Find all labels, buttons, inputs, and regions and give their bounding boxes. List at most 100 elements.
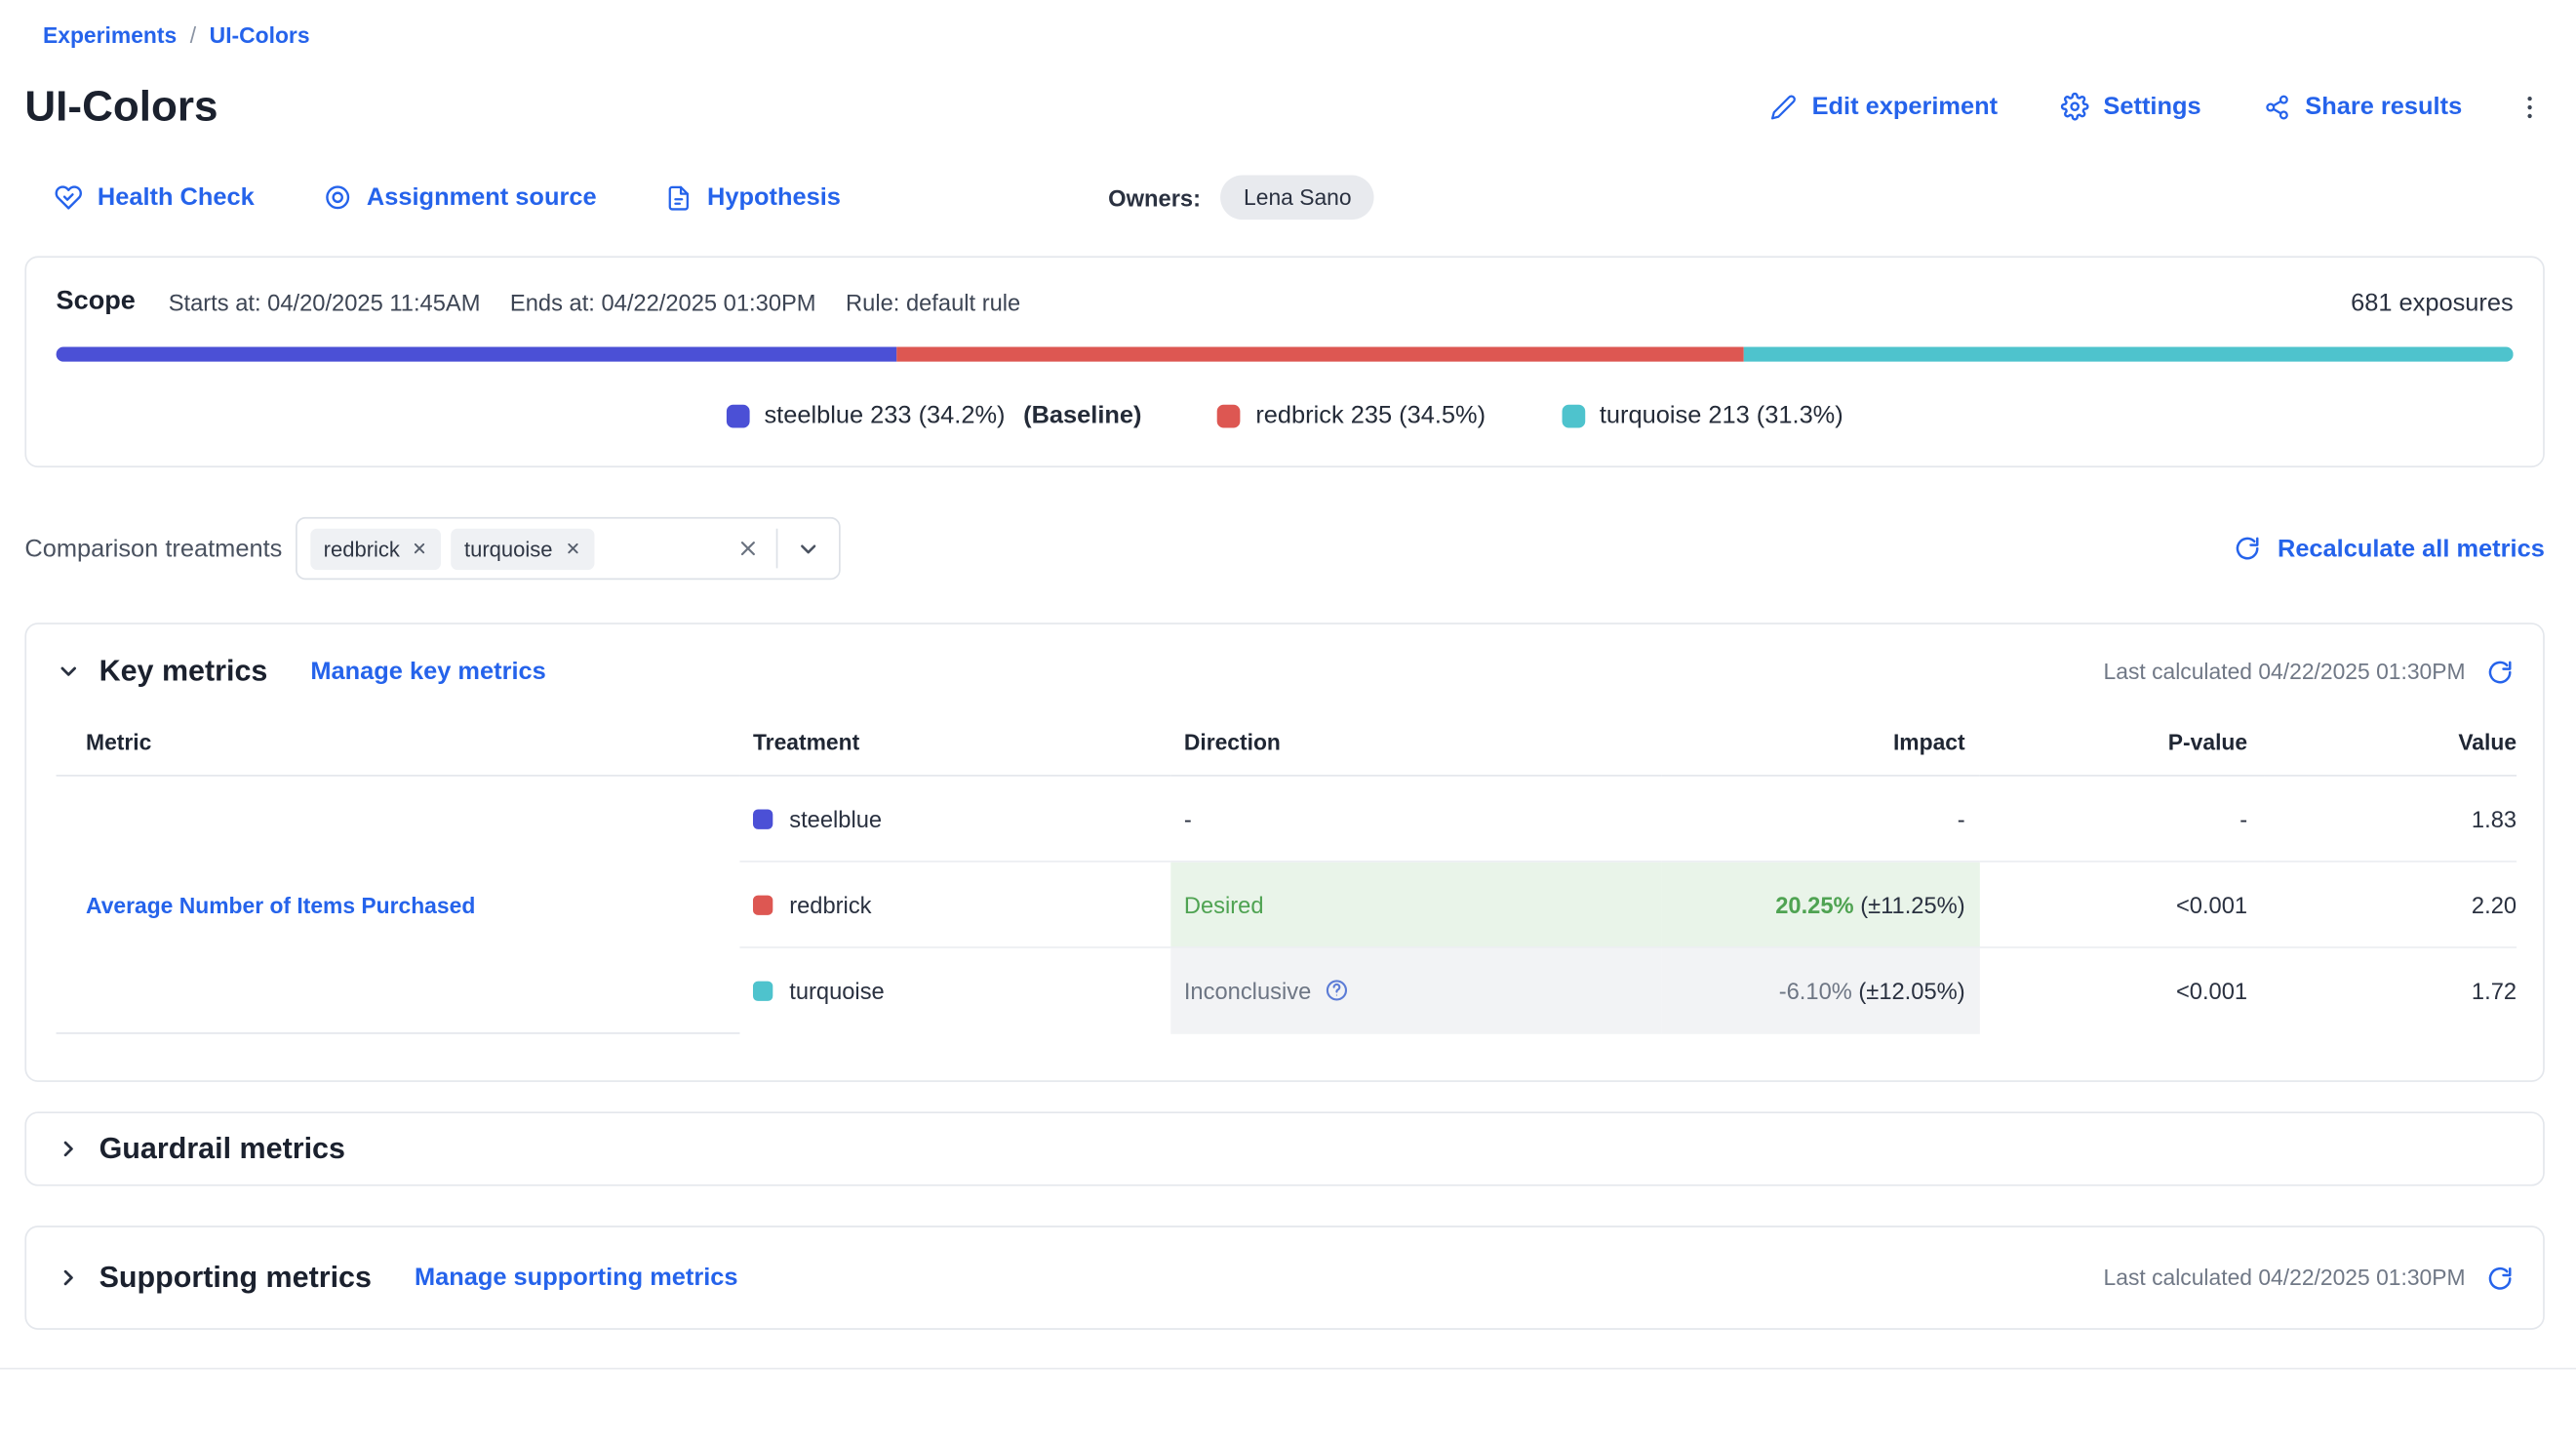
chip-label: turquoise bbox=[464, 536, 553, 560]
exposures-count: 681 exposures bbox=[2351, 288, 2514, 316]
chip-turquoise[interactable]: turquoise bbox=[451, 528, 593, 569]
scope-card: Scope Starts at: 04/20/2025 11:45AM Ends… bbox=[24, 256, 2544, 467]
recalculate-all-metrics-button[interactable]: Recalculate all metrics bbox=[2235, 535, 2545, 563]
edit-experiment-button[interactable]: Edit experiment bbox=[1770, 93, 1998, 121]
chip-redbrick[interactable]: redbrick bbox=[310, 528, 441, 569]
legend-item-redbrick: redbrick 235 (34.5%) bbox=[1217, 401, 1486, 429]
breadcrumb: Experiments / UI-Colors bbox=[0, 0, 2576, 48]
treatment-color-swatch bbox=[753, 895, 773, 914]
baseline-tag: (Baseline) bbox=[1023, 401, 1141, 429]
last-calculated: Last calculated 04/22/2025 01:30PM bbox=[2104, 659, 2514, 685]
scope-header: Scope Starts at: 04/20/2025 11:45AM Ends… bbox=[57, 288, 2514, 317]
edit-experiment-label: Edit experiment bbox=[1812, 93, 1999, 121]
clear-selection-icon[interactable] bbox=[720, 537, 776, 560]
legend-label: redbrick 235 (34.5%) bbox=[1255, 401, 1486, 429]
pencil-icon bbox=[1770, 94, 1797, 120]
scope-title: Scope bbox=[57, 288, 136, 317]
value-cell: 1.83 bbox=[2264, 776, 2517, 862]
manage-supporting-metrics-link[interactable]: Manage supporting metrics bbox=[415, 1264, 738, 1292]
direction-cell: - bbox=[1170, 776, 1661, 862]
owner-badge: Lena Sano bbox=[1220, 175, 1374, 220]
key-metrics-header: Key metrics Manage key metrics Last calc… bbox=[57, 654, 2514, 689]
comparison-row: Comparison treatments redbrick turquoise bbox=[24, 517, 2544, 580]
chip-label: redbrick bbox=[324, 536, 400, 560]
collapse-chevron-down-icon[interactable] bbox=[57, 659, 81, 683]
impact-value: 20.25% bbox=[1775, 891, 1853, 917]
last-calculated-text: Last calculated 04/22/2025 01:30PM bbox=[2104, 1266, 2466, 1290]
breadcrumb-experiments-link[interactable]: Experiments bbox=[43, 23, 177, 48]
page-title: UI-Colors bbox=[24, 81, 218, 132]
chip-remove-icon[interactable] bbox=[412, 541, 428, 557]
hypothesis-label: Hypothesis bbox=[707, 183, 841, 212]
kebab-menu-icon[interactable] bbox=[2515, 92, 2544, 121]
scope-starts-at: Starts at: 04/20/2025 11:45AM bbox=[169, 289, 481, 315]
guardrail-metrics-title: Guardrail metrics bbox=[99, 1132, 345, 1167]
settings-button[interactable]: Settings bbox=[2060, 93, 2200, 121]
table-header-row: Metric Treatment Direction Impact P-valu… bbox=[57, 715, 2517, 776]
help-circle-icon[interactable] bbox=[1325, 979, 1349, 1003]
steelblue-swatch bbox=[727, 404, 750, 427]
refresh-icon[interactable] bbox=[2487, 659, 2514, 685]
owners: Owners: Lena Sano bbox=[1108, 175, 1374, 220]
share-results-button[interactable]: Share results bbox=[2264, 93, 2462, 121]
treatment-cell: redbrick bbox=[739, 862, 1170, 947]
legend-item-steelblue: steelblue 233 (34.2%) (Baseline) bbox=[727, 401, 1142, 429]
owners-label: Owners: bbox=[1108, 184, 1201, 211]
breadcrumb-separator: / bbox=[190, 23, 196, 48]
assignment-source-link[interactable]: Assignment source bbox=[324, 183, 597, 212]
direction-cell: Desired bbox=[1170, 862, 1661, 947]
manage-key-metrics-link[interactable]: Manage key metrics bbox=[310, 658, 545, 686]
variation-distribution-bar bbox=[57, 347, 2514, 362]
heart-check-icon bbox=[55, 183, 83, 212]
chevron-down-icon[interactable] bbox=[777, 536, 839, 560]
refresh-icon bbox=[2235, 536, 2261, 562]
last-calculated: Last calculated 04/22/2025 01:30PM bbox=[2104, 1265, 2514, 1291]
impact-cell: - bbox=[1661, 776, 1980, 862]
share-icon bbox=[2264, 94, 2290, 120]
document-icon bbox=[666, 184, 693, 211]
bar-segment-steelblue bbox=[57, 347, 897, 362]
direction-value: - bbox=[1184, 805, 1192, 831]
column-header-p-value: P-value bbox=[1980, 715, 2264, 776]
treatment-name: redbrick bbox=[789, 891, 871, 917]
gear-icon bbox=[2060, 93, 2088, 121]
impact-value: - bbox=[1958, 805, 1965, 831]
hypothesis-link[interactable]: Hypothesis bbox=[666, 183, 841, 212]
experiment-page: Experiments / UI-Colors UI-Colors Edit e… bbox=[0, 0, 2576, 1447]
key-metrics-card: Key metrics Manage key metrics Last calc… bbox=[24, 623, 2544, 1082]
direction-value: Desired bbox=[1184, 891, 1264, 917]
treatment-color-swatch bbox=[753, 981, 773, 1000]
bar-segment-turquoise bbox=[1744, 347, 2513, 362]
metric-link[interactable]: Average Number of Items Purchased bbox=[86, 893, 475, 917]
chevron-right-icon[interactable] bbox=[57, 1266, 81, 1290]
impact-cell: 20.25% (±11.25%) bbox=[1661, 862, 1980, 947]
last-calculated-text: Last calculated 04/22/2025 01:30PM bbox=[2104, 659, 2466, 683]
recalculate-label: Recalculate all metrics bbox=[2278, 535, 2545, 563]
key-metrics-title: Key metrics bbox=[99, 654, 268, 689]
comparison-treatments-label: Comparison treatments bbox=[24, 535, 282, 563]
treatment-name: turquoise bbox=[789, 978, 885, 1004]
table-row-steelblue: Average Number of Items Purchased steelb… bbox=[57, 776, 2517, 862]
p-value-cell: <0.001 bbox=[1980, 862, 2264, 947]
scope-ends-at: Ends at: 04/22/2025 01:30PM bbox=[510, 289, 816, 315]
treatment-name: steelblue bbox=[789, 805, 882, 831]
variation-legend: steelblue 233 (34.2%) (Baseline) redbric… bbox=[57, 401, 2514, 429]
direction-value: Inconclusive bbox=[1184, 978, 1311, 1004]
comparison-treatments-select[interactable]: redbrick turquoise bbox=[296, 517, 841, 580]
health-check-label: Health Check bbox=[98, 183, 255, 212]
treatment-color-swatch bbox=[753, 809, 773, 828]
breadcrumb-current-link[interactable]: UI-Colors bbox=[210, 23, 310, 48]
direction-cell: Inconclusive bbox=[1170, 947, 1661, 1033]
chevron-right-icon[interactable] bbox=[57, 1137, 81, 1161]
treatment-cell: steelblue bbox=[739, 776, 1170, 862]
p-value-cell: - bbox=[1980, 776, 2264, 862]
legend-item-turquoise: turquoise 213 (31.3%) bbox=[1562, 401, 1843, 429]
health-check-link[interactable]: Health Check bbox=[55, 183, 255, 212]
turquoise-swatch bbox=[1562, 404, 1585, 427]
guardrail-metrics-card[interactable]: Guardrail metrics bbox=[24, 1111, 2544, 1186]
supporting-metrics-title: Supporting metrics bbox=[99, 1261, 372, 1296]
refresh-icon[interactable] bbox=[2487, 1265, 2514, 1291]
title-bar: UI-Colors Edit experiment Settings bbox=[24, 81, 2544, 132]
chip-remove-icon[interactable] bbox=[564, 541, 580, 557]
section-divider bbox=[0, 1368, 2576, 1370]
